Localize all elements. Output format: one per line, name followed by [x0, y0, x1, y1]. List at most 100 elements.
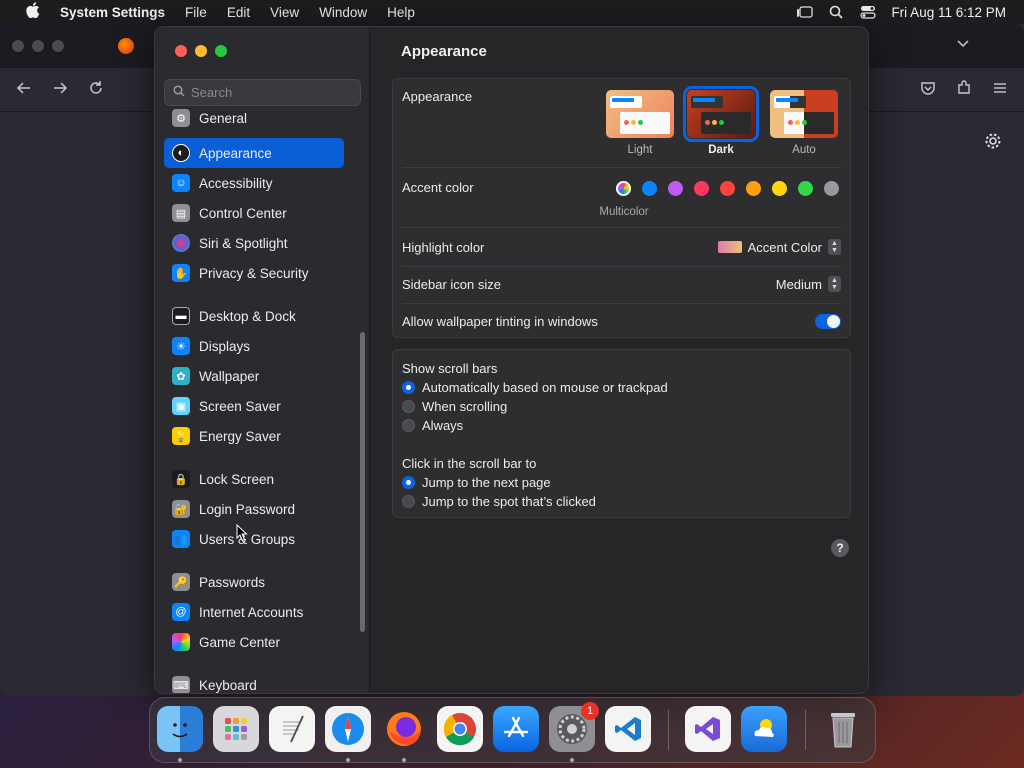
sidebar-item-privacy-security[interactable]: ✋ Privacy & Security [164, 258, 344, 288]
appearance-panel: Appearance Light Dark Auto Accent color … [392, 78, 851, 338]
sidebar-item-internet-accounts[interactable]: @ Internet Accounts [164, 597, 344, 627]
click-option-label: Jump to the next page [422, 475, 551, 490]
click-option-spot-clicked[interactable]: Jump to the spot that’s clicked [402, 494, 841, 509]
sidebar-item-game-center[interactable]: Game Center [164, 627, 344, 657]
accent-red-swatch[interactable] [720, 181, 735, 196]
sidebar-scrollbar[interactable] [360, 332, 365, 632]
scroll-option-always[interactable]: Always [402, 418, 841, 433]
accent-green-swatch[interactable] [798, 181, 813, 196]
sidebar-item-accessibility[interactable]: ☺ Accessibility [164, 168, 344, 198]
search-placeholder: Search [191, 85, 233, 100]
dock-launchpad-icon[interactable] [213, 706, 259, 752]
wallpaper-tinting-label: Allow wallpaper tinting in windows [402, 314, 598, 329]
tab-list-chevron-icon[interactable] [956, 36, 970, 52]
zoom-window-icon[interactable] [215, 45, 227, 57]
sidebar-item-displays[interactable]: ☀ Displays [164, 331, 344, 361]
sidebar-item-label: Passwords [199, 574, 266, 590]
minimize-window-icon[interactable] [195, 45, 207, 57]
browser-minimize-icon[interactable] [32, 40, 44, 52]
scroll-option-automatic[interactable]: Automatically based on mouse or trackpad [402, 380, 841, 395]
app-name-menu[interactable]: System Settings [60, 5, 165, 20]
accent-yellow-swatch[interactable] [772, 181, 787, 196]
browser-zoom-icon[interactable] [52, 40, 64, 52]
dock-trash-icon[interactable] [820, 706, 866, 752]
dock-vscode-icon[interactable] [605, 706, 651, 752]
firefox-tab-icon[interactable] [118, 38, 134, 54]
help-menu[interactable]: Help [387, 5, 415, 20]
sidebar-item-passwords[interactable]: 🔑 Passwords [164, 567, 344, 597]
accent-graphite-swatch[interactable] [824, 181, 839, 196]
page-settings-gear-icon[interactable] [984, 132, 1002, 153]
hamburger-menu-icon[interactable] [990, 80, 1010, 100]
radio-selected-icon [402, 381, 415, 394]
menu-clock[interactable]: Fri Aug 11 6:12 PM [891, 5, 1006, 20]
sidebar-item-lock-screen[interactable]: 🔒 Lock Screen [164, 464, 344, 494]
lock-icon: 🔒 [172, 470, 190, 488]
dock-app-store-icon[interactable] [493, 706, 539, 752]
close-window-icon[interactable] [175, 45, 187, 57]
system-settings-badge: 1 [581, 702, 599, 720]
highlight-color-label: Highlight color [402, 240, 485, 255]
view-menu[interactable]: View [270, 5, 299, 20]
back-arrow-icon[interactable] [14, 80, 34, 100]
accent-multicolor-swatch[interactable] [616, 181, 631, 196]
appearance-dark-option[interactable] [683, 86, 759, 142]
dock-running-indicator [346, 758, 350, 762]
edit-menu[interactable]: Edit [227, 5, 250, 20]
sidebar-icon-size-label: Sidebar icon size [402, 277, 501, 292]
dock-finder-icon[interactable] [157, 706, 203, 752]
dock-running-indicator [402, 758, 406, 762]
sidebar-item-wallpaper[interactable]: ✿ Wallpaper [164, 361, 344, 391]
accent-selected-caption: Multicolor [599, 206, 649, 218]
dock-weather-icon[interactable] [741, 706, 787, 752]
radio-selected-icon [402, 476, 415, 489]
dock-safari-icon[interactable] [325, 706, 371, 752]
sidebar-item-users-groups[interactable]: 👥 Users & Groups [164, 524, 344, 554]
sidebar-item-control-center[interactable]: ▤ Control Center [164, 198, 344, 228]
forward-arrow-icon[interactable] [50, 80, 70, 100]
dock-firefox-icon[interactable] [381, 706, 427, 752]
extensions-icon[interactable] [954, 80, 974, 100]
sidebar-item-appearance[interactable]: ◐ Appearance [164, 138, 344, 168]
radio-unselected-icon [402, 495, 415, 508]
help-button[interactable]: ? [831, 539, 849, 557]
dock-textedit-icon[interactable] [269, 706, 315, 752]
apple-menu-icon[interactable] [18, 2, 48, 22]
file-menu[interactable]: File [185, 5, 207, 20]
scroll-option-when-scrolling[interactable]: When scrolling [402, 399, 841, 414]
dock-chrome-icon[interactable] [437, 706, 483, 752]
appearance-light-label: Light [627, 144, 653, 156]
sidebar-search-field[interactable]: Search [164, 79, 361, 106]
click-option-next-page[interactable]: Jump to the next page [402, 475, 841, 490]
accent-purple-swatch[interactable] [668, 181, 683, 196]
dock-visual-studio-icon[interactable] [685, 706, 731, 752]
browser-close-icon[interactable] [12, 40, 24, 52]
scroll-bars-panel: Show scroll bars Automatically based on … [392, 349, 851, 518]
sidebar-item-screen-saver[interactable]: ▣ Screen Saver [164, 391, 344, 421]
accent-pink-swatch[interactable] [694, 181, 709, 196]
browser-traffic-lights [12, 40, 64, 52]
control-center-menu-icon[interactable] [859, 5, 877, 19]
sidebar-item-login-password[interactable]: 🔐 Login Password [164, 494, 344, 524]
wallpaper-tinting-toggle[interactable] [815, 314, 841, 329]
accent-orange-swatch[interactable] [746, 181, 761, 196]
sidebar-item-keyboard[interactable]: ⌨ Keyboard [164, 670, 344, 693]
reload-icon[interactable] [86, 80, 106, 100]
appearance-light-option[interactable] [606, 90, 674, 138]
sidebar-item-general[interactable]: ⚙ General [164, 108, 344, 128]
spotlight-search-icon[interactable] [827, 5, 845, 19]
popup-chevron-icon: ▲ ▼ [828, 239, 841, 255]
stage-manager-icon[interactable] [795, 5, 813, 19]
window-menu[interactable]: Window [319, 5, 367, 20]
sidebar-item-energy-saver[interactable]: 💡 Energy Saver [164, 421, 344, 451]
sidebar-icon-size-popup[interactable]: Medium ▲ ▼ [776, 276, 841, 292]
sidebar-item-desktop-dock[interactable]: ▬ Desktop & Dock [164, 301, 344, 331]
accent-blue-swatch[interactable] [642, 181, 657, 196]
users-icon: 👥 [172, 530, 190, 548]
pocket-icon[interactable] [918, 80, 938, 100]
appearance-auto-option[interactable] [770, 90, 838, 138]
highlight-color-popup[interactable]: Accent Color ▲ ▼ [717, 239, 841, 255]
divider [402, 167, 841, 168]
sidebar-item-siri-spotlight[interactable]: Siri & Spotlight [164, 228, 344, 258]
sun-icon: ☀ [172, 337, 190, 355]
